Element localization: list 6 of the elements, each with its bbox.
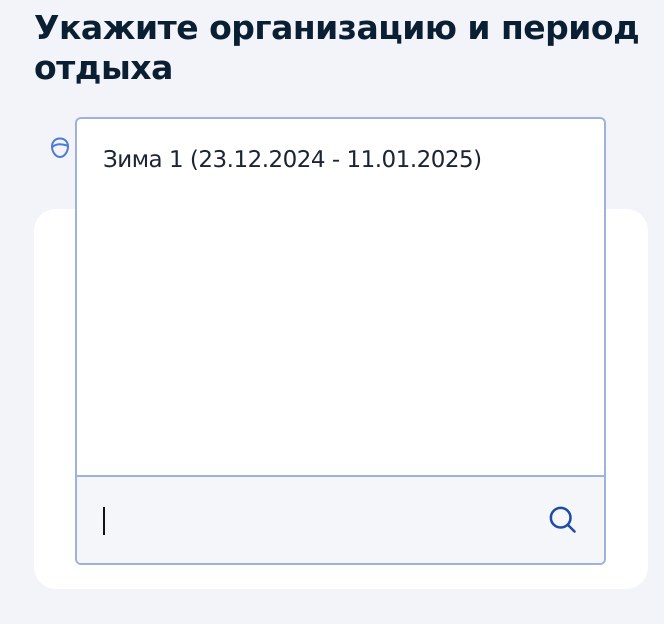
face-icon: [50, 137, 70, 159]
text-cursor: [103, 507, 105, 535]
page-title: Укажите организацию и период отдыха: [34, 8, 640, 88]
search-icon[interactable]: [548, 505, 578, 535]
dropdown-option[interactable]: Зима 1 (23.12.2024 - 11.01.2025): [103, 147, 578, 173]
search-field[interactable]: [77, 475, 604, 563]
